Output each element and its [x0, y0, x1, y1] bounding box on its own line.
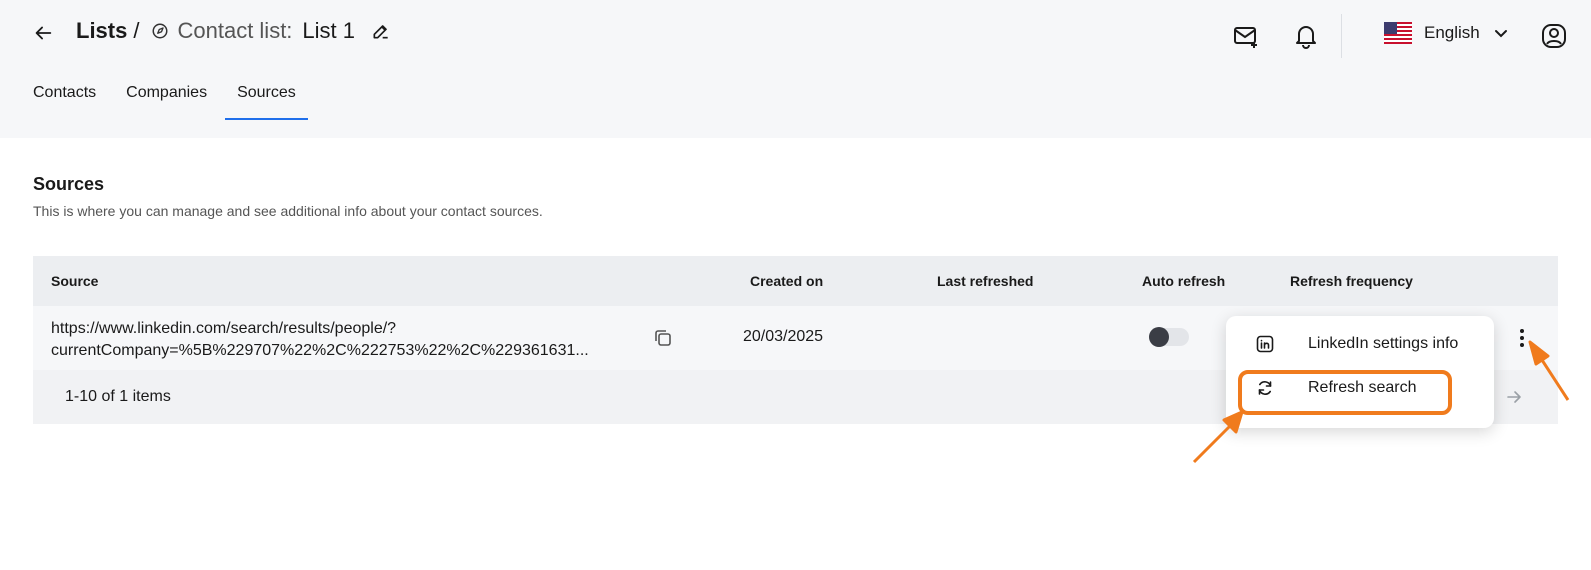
- breadcrumb-lists-link[interactable]: Lists: [76, 18, 127, 44]
- chevron-down-icon: [1494, 30, 1507, 38]
- tab-sources[interactable]: Sources: [225, 84, 308, 120]
- language-selector[interactable]: English: [1384, 22, 1508, 44]
- breadcrumb: Lists / Contact list: List 1: [76, 18, 391, 44]
- top-bar: Lists / Contact list: List 1 English Con…: [0, 0, 1591, 138]
- next-page-arrow-icon[interactable]: [1505, 388, 1523, 406]
- breadcrumb-separator: /: [133, 18, 140, 43]
- contact-list-label: Contact list:: [177, 18, 293, 43]
- column-header-last-refreshed: Last refreshed: [937, 273, 1034, 289]
- back-arrow-icon[interactable]: [32, 22, 54, 44]
- table-header: Source Created on Last refreshed Auto re…: [33, 256, 1558, 306]
- annotation-arrow-icon: [1528, 340, 1570, 401]
- pagination-info: 1-10 of 1 items: [65, 388, 171, 405]
- column-header-refresh-frequency: Refresh frequency: [1290, 273, 1413, 289]
- menu-item-linkedin-settings-info[interactable]: LinkedIn settings info: [1226, 324, 1494, 364]
- tab-bar: Contacts Companies Sources: [33, 84, 338, 120]
- section-title: Sources: [33, 174, 105, 194]
- auto-refresh-toggle[interactable]: [1149, 327, 1189, 347]
- us-flag-icon: [1384, 22, 1412, 44]
- header-divider: [1341, 14, 1342, 58]
- source-url-line-1: https://www.linkedin.com/search/results/…: [51, 320, 397, 337]
- language-label: English: [1424, 23, 1480, 42]
- created-on-value: 20/03/2025: [743, 328, 824, 345]
- edit-icon[interactable]: [371, 21, 391, 41]
- column-header-source: Source: [51, 273, 99, 289]
- source-url: https://www.linkedin.com/search/results/…: [51, 318, 611, 362]
- source-url-line-2: currentCompany=%5B%229707%22%2C%222753%2…: [51, 342, 589, 359]
- bell-icon[interactable]: [1292, 22, 1320, 50]
- toggle-knob: [1149, 327, 1169, 347]
- menu-item-label: LinkedIn settings info: [1308, 335, 1459, 352]
- compass-icon: [152, 23, 168, 39]
- mail-plus-icon[interactable]: [1232, 22, 1260, 50]
- tab-companies[interactable]: Companies: [126, 84, 207, 112]
- user-profile-icon[interactable]: [1540, 22, 1568, 50]
- copy-icon[interactable]: [653, 328, 673, 348]
- tab-contacts[interactable]: Contacts: [33, 84, 96, 112]
- column-header-auto-refresh: Auto refresh: [1142, 273, 1226, 289]
- page-title: List 1: [302, 18, 356, 43]
- annotation-highlight-box: [1238, 370, 1452, 415]
- section-subtitle: This is where you can manage and see add…: [33, 203, 543, 219]
- annotation-arrow-icon: [1192, 410, 1244, 464]
- column-header-created-on: Created on: [750, 273, 824, 289]
- linkedin-icon: [1256, 335, 1274, 353]
